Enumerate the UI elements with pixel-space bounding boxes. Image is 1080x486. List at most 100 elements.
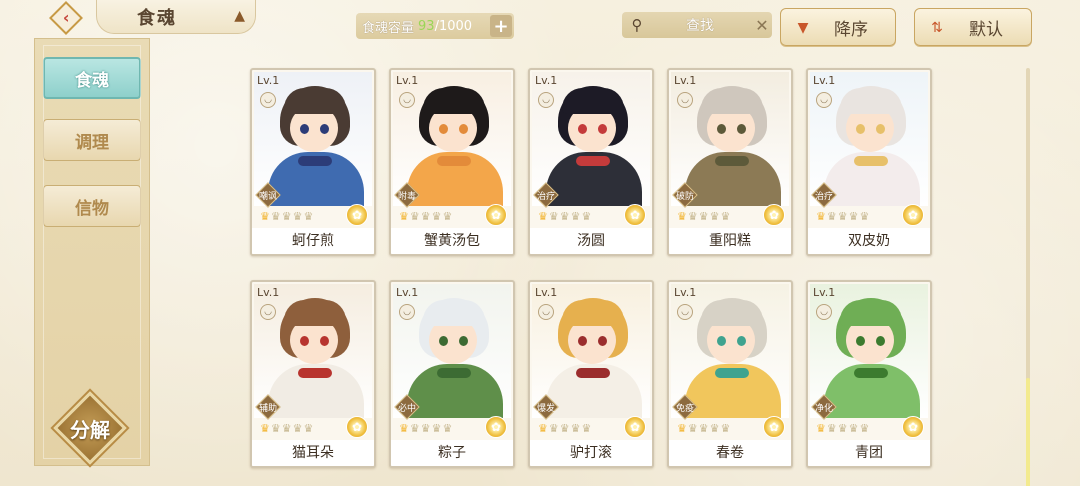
star-rating: ♛ ♛ ♛ ♛ ♛ bbox=[399, 210, 452, 223]
star-icon: ♛ bbox=[538, 422, 548, 435]
flower-icon: ✿ bbox=[624, 204, 646, 226]
tab-tokens[interactable]: 信物 bbox=[43, 185, 141, 227]
star-icon: ♛ bbox=[720, 422, 731, 435]
food-soul-card[interactable]: Lv.1 ◡ 破防 ♛ ♛ ♛ ♛ ♛ ✿ 重阳糕 bbox=[667, 68, 793, 256]
star-icon: ♛ bbox=[442, 210, 453, 223]
card-name: 春卷 bbox=[669, 440, 791, 466]
back-button[interactable]: ‹ bbox=[38, 1, 94, 35]
sort-toggle-icon: ⇅ bbox=[931, 20, 943, 36]
star-rating: ♛ ♛ ♛ ♛ ♛ bbox=[538, 210, 591, 223]
bowl-icon: ◡ bbox=[399, 304, 415, 320]
top-bar: ‹ 食魂 ▲ 食魂容量 93 /1000 + ⚲ 查找 ✕ ▼ 降序 ⇅ 默认 bbox=[0, 0, 1080, 46]
chef-hat-icon[interactable]: ▲ bbox=[234, 8, 245, 24]
flower-icon: ✿ bbox=[485, 416, 507, 438]
star-icon: ♛ bbox=[538, 210, 548, 223]
card-name: 猫耳朵 bbox=[252, 440, 374, 466]
search-input[interactable]: 查找 bbox=[648, 15, 752, 35]
card-name: 青团 bbox=[808, 440, 930, 466]
tab-label: 调理 bbox=[75, 132, 109, 153]
sort-mode-button[interactable]: ⇅ 默认 bbox=[914, 8, 1032, 46]
decompose-label: 分解 bbox=[70, 417, 110, 442]
role-label: 辅助 bbox=[258, 403, 277, 414]
card-name: 驴打滚 bbox=[530, 440, 652, 466]
food-soul-card[interactable]: Lv.1 ◡ 治疗 ♛ ♛ ♛ ♛ ♛ ✿ 双皮奶 bbox=[806, 68, 932, 256]
star-rating: ♛ ♛ ♛ ♛ ♛ bbox=[677, 210, 730, 223]
star-icon: ♛ bbox=[698, 210, 709, 223]
flower-icon: ✿ bbox=[763, 416, 785, 438]
food-soul-card[interactable]: Lv.1 ◡ 附毒 ♛ ♛ ♛ ♛ ♛ ✿ 蟹黄汤包 bbox=[389, 68, 515, 256]
star-rating: ♛ ♛ ♛ ♛ ♛ bbox=[399, 422, 452, 435]
tab-conditioning[interactable]: 调理 bbox=[43, 119, 141, 161]
food-soul-card[interactable]: Lv.1 ◡ 治疗 ♛ ♛ ♛ ♛ ♛ ✿ 汤圆 bbox=[528, 68, 654, 256]
star-icon: ♛ bbox=[570, 210, 581, 223]
sort-order-button[interactable]: ▼ 降序 bbox=[780, 8, 896, 46]
star-icon: ♛ bbox=[270, 210, 281, 223]
bowl-icon: ◡ bbox=[399, 92, 415, 108]
bowl-icon: ◡ bbox=[816, 304, 832, 320]
decompose-button[interactable]: 分解 bbox=[52, 390, 128, 466]
search-icon: ⚲ bbox=[631, 16, 643, 34]
star-icon: ♛ bbox=[399, 210, 409, 223]
role-badge: 破防 bbox=[672, 182, 698, 208]
card-level: Lv.1 bbox=[396, 286, 419, 299]
star-icon: ♛ bbox=[709, 210, 720, 223]
star-icon: ♛ bbox=[859, 210, 870, 223]
food-soul-card[interactable]: Lv.1 ◡ 必中 ♛ ♛ ♛ ♛ ♛ ✿ 粽子 bbox=[389, 280, 515, 468]
role-label: 治疗 bbox=[536, 191, 555, 202]
star-icon: ♛ bbox=[698, 422, 709, 435]
star-icon: ♛ bbox=[816, 210, 826, 223]
card-level: Lv.1 bbox=[257, 286, 280, 299]
tab-food-souls[interactable]: 食魂 bbox=[43, 57, 141, 99]
role-badge: 免疫 bbox=[672, 394, 698, 420]
card-name: 蚵仔煎 bbox=[252, 228, 374, 254]
star-rating: ♛ ♛ ♛ ♛ ♛ bbox=[677, 422, 730, 435]
role-badge: 爆发 bbox=[533, 394, 559, 420]
role-badge: 附毒 bbox=[394, 182, 420, 208]
role-label: 净化 bbox=[814, 403, 833, 414]
food-soul-card[interactable]: Lv.1 ◡ 净化 ♛ ♛ ♛ ♛ ♛ ✿ 青团 bbox=[806, 280, 932, 468]
flower-icon: ✿ bbox=[902, 204, 924, 226]
scrollbar-thumb[interactable] bbox=[1026, 378, 1030, 486]
food-soul-card[interactable]: Lv.1 ◡ 嘲讽 ♛ ♛ ♛ ♛ ♛ ✿ 蚵仔煎 bbox=[250, 68, 376, 256]
clear-search-icon[interactable]: ✕ bbox=[752, 16, 772, 35]
role-badge: 必中 bbox=[394, 394, 420, 420]
role-label: 破防 bbox=[675, 191, 694, 202]
star-rating: ♛ ♛ ♛ ♛ ♛ bbox=[538, 422, 591, 435]
capacity-max: /1000 bbox=[434, 18, 473, 34]
sort-down-icon: ▼ bbox=[797, 20, 809, 36]
flower-icon: ✿ bbox=[624, 416, 646, 438]
role-badge: 治疗 bbox=[811, 182, 837, 208]
role-badge: 净化 bbox=[811, 394, 837, 420]
star-icon: ♛ bbox=[709, 422, 720, 435]
sort-mode-label: 默认 bbox=[969, 19, 1003, 40]
star-icon: ♛ bbox=[420, 210, 431, 223]
star-icon: ♛ bbox=[548, 422, 559, 435]
card-name: 重阳糕 bbox=[669, 228, 791, 254]
role-badge: 辅助 bbox=[255, 394, 281, 420]
food-soul-card[interactable]: Lv.1 ◡ 免疫 ♛ ♛ ♛ ♛ ♛ ✿ 春卷 bbox=[667, 280, 793, 468]
star-icon: ♛ bbox=[677, 422, 687, 435]
card-level: Lv.1 bbox=[813, 74, 836, 87]
card-level: Lv.1 bbox=[535, 74, 558, 87]
search-bar[interactable]: ⚲ 查找 ✕ bbox=[622, 12, 772, 38]
food-soul-card[interactable]: Lv.1 ◡ 辅助 ♛ ♛ ♛ ♛ ♛ ✿ 猫耳朵 bbox=[250, 280, 376, 468]
star-icon: ♛ bbox=[826, 210, 837, 223]
star-icon: ♛ bbox=[816, 422, 826, 435]
role-badge: 嘲讽 bbox=[255, 182, 281, 208]
star-icon: ♛ bbox=[409, 210, 420, 223]
star-icon: ♛ bbox=[677, 210, 687, 223]
food-soul-card[interactable]: Lv.1 ◡ 爆发 ♛ ♛ ♛ ♛ ♛ ✿ 驴打滚 bbox=[528, 280, 654, 468]
card-level: Lv.1 bbox=[535, 286, 558, 299]
star-icon: ♛ bbox=[559, 422, 570, 435]
star-icon: ♛ bbox=[720, 210, 731, 223]
card-level: Lv.1 bbox=[396, 74, 419, 87]
tab-label: 食魂 bbox=[75, 70, 109, 91]
star-rating: ♛ ♛ ♛ ♛ ♛ bbox=[816, 422, 869, 435]
role-label: 嘲讽 bbox=[258, 191, 277, 202]
star-icon: ♛ bbox=[570, 422, 581, 435]
scrollbar[interactable] bbox=[1026, 68, 1030, 486]
back-arrow-icon: ‹ bbox=[62, 8, 70, 27]
expand-capacity-button[interactable]: + bbox=[490, 15, 512, 37]
page-title-tab: 食魂 ▲ bbox=[96, 0, 256, 34]
bowl-icon: ◡ bbox=[538, 304, 554, 320]
